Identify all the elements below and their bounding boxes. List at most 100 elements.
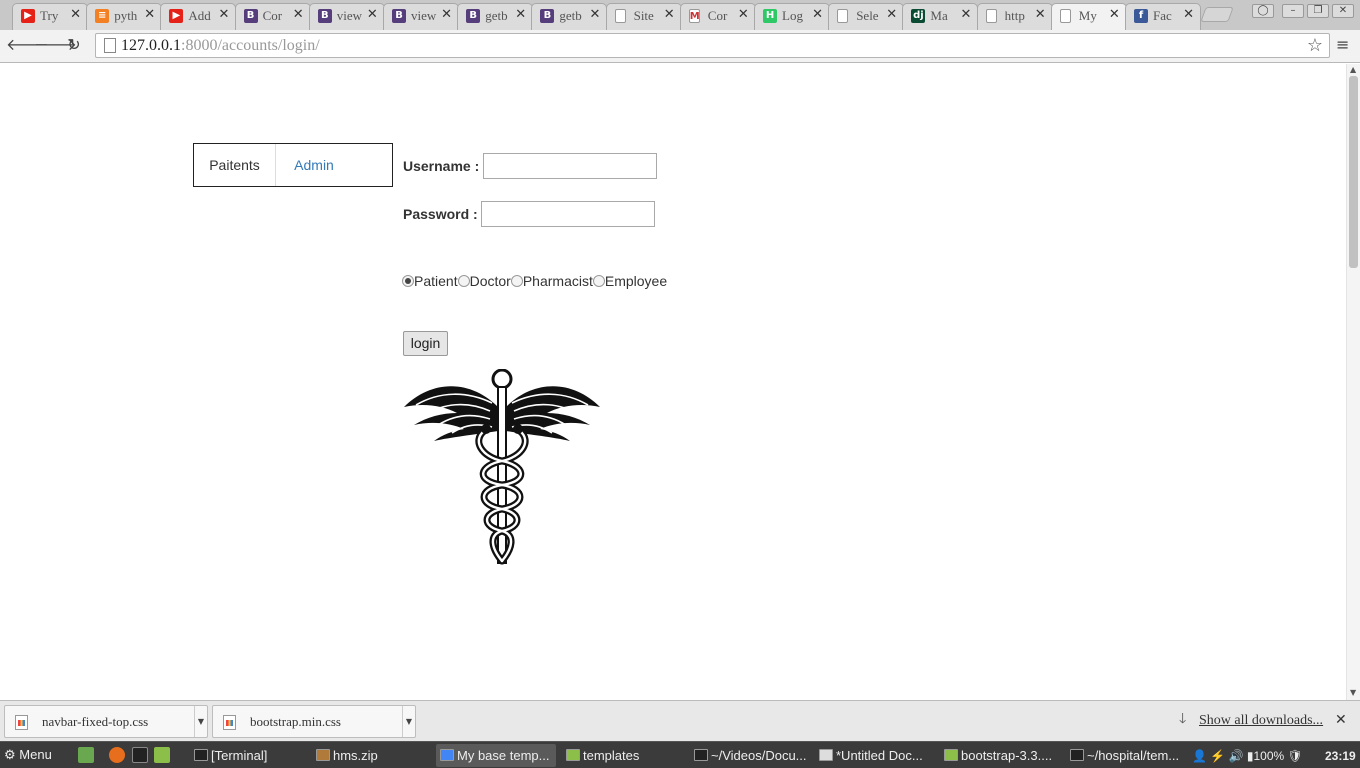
taskbar-task[interactable]: *Untitled Doc... [815, 744, 935, 767]
maximize-button[interactable]: ❐ [1307, 4, 1329, 18]
minimize-button[interactable]: – [1282, 4, 1304, 18]
browser-tab[interactable]: f Fac ✕ [1125, 3, 1201, 30]
caduceus-logo [404, 369, 600, 565]
scroll-down-icon[interactable]: ▼ [1350, 689, 1356, 697]
show-desktop-icon[interactable] [78, 747, 94, 763]
user-profile-icon[interactable]: ◯ [1252, 4, 1274, 18]
bookmark-star-icon[interactable]: ☆ [1307, 35, 1323, 57]
close-tab-icon[interactable]: ✕ [367, 7, 378, 23]
terminal-icon[interactable] [132, 747, 148, 763]
battery-icon[interactable]: ▮ [1247, 749, 1254, 763]
address-bar[interactable]: 127.0.0.1:8000/accounts/login/ ☆ [95, 33, 1330, 58]
browser-tab[interactable]: Bgetb ✕ [457, 3, 534, 30]
show-all-downloads-link[interactable]: Show all downloads... [1199, 713, 1323, 729]
browser-tab[interactable]: Bview ✕ [383, 3, 459, 30]
chevron-down-icon[interactable]: ▼ [194, 706, 207, 737]
browser-tab[interactable]: H Log ✕ [754, 3, 830, 30]
scroll-thumb[interactable] [1349, 76, 1358, 268]
radio-button[interactable] [402, 275, 414, 287]
folder-icon [566, 749, 580, 761]
close-tab-icon[interactable]: ✕ [1183, 7, 1194, 23]
url-text[interactable]: 127.0.0.1:8000/accounts/login/ [121, 37, 320, 55]
close-tab-icon[interactable]: ✕ [1035, 7, 1046, 23]
close-tab-icon[interactable]: ✕ [738, 7, 749, 23]
browser-tab[interactable]: ▶ Add ✕ [160, 3, 237, 30]
taskbar-task[interactable]: [Terminal] [190, 744, 308, 767]
download-item[interactable]: navbar-fixed-top.css ▼ [4, 705, 208, 738]
taskbar-task[interactable]: hms.zip [312, 744, 430, 767]
browser-tab[interactable]: dj Ma ✕ [902, 3, 979, 30]
close-tab-icon[interactable]: ✕ [144, 7, 155, 23]
download-filename: navbar-fixed-top.css [42, 714, 149, 729]
close-tab-icon[interactable]: ✕ [960, 7, 971, 23]
role-option-employee[interactable]: Employee [592, 273, 668, 289]
browser-tab[interactable]: My ✕ [1050, 3, 1127, 31]
browser-tab[interactable]: B Cor ✕ [234, 3, 311, 30]
radio-button[interactable] [457, 275, 470, 287]
close-tab-icon[interactable]: ✕ [1109, 7, 1120, 23]
close-tab-icon[interactable]: ✕ [293, 7, 304, 23]
browser-tab[interactable]: Site ✕ [605, 3, 682, 30]
role-option-doctor[interactable]: Doctor [457, 273, 511, 289]
browser-tab-title: My [1078, 8, 1097, 23]
taskbar-task[interactable]: ~/Videos/Docu... [690, 744, 810, 767]
close-tab-icon[interactable]: ✕ [70, 7, 81, 23]
page-icon [985, 9, 997, 23]
back-arrow-icon[interactable]: 🡐 [6, 34, 49, 56]
role-option-patient[interactable]: Patient [402, 273, 458, 289]
browser-tab[interactable]: ≡ pyth ✕ [86, 3, 163, 30]
close-window-button[interactable]: ✕ [1332, 4, 1354, 18]
login-button[interactable]: login [403, 331, 448, 356]
forward-arrow-icon[interactable]: 🡒 [34, 34, 77, 56]
close-tab-icon[interactable]: ✕ [886, 7, 897, 23]
tab-patients[interactable]: Paitents [194, 144, 276, 186]
browser-tab[interactable]: ▶ Try ✕ [12, 3, 88, 30]
username-input[interactable] [483, 153, 657, 179]
folder-icon[interactable] [154, 747, 170, 763]
close-shelf-icon[interactable]: ✕ [1335, 712, 1347, 728]
browser-tab[interactable]: http ✕ [976, 3, 1053, 30]
tab-admin[interactable]: Admin [276, 144, 352, 186]
chevron-down-icon[interactable]: ▼ [402, 706, 415, 737]
shield-icon[interactable]: 🛡 [1288, 749, 1303, 763]
browser-tab[interactable]: Bgetb ✕ [531, 3, 608, 30]
page-icon [1059, 9, 1071, 23]
new-tab-button[interactable] [1200, 7, 1234, 22]
browser-tab[interactable]: Bview ✕ [308, 3, 385, 30]
django-icon: dj [911, 9, 926, 23]
os-taskbar: ⚙ Menu 👤 ⚡ 🔊 ▮100% 🛡 23:19 [Terminal] hms… [0, 741, 1360, 768]
scroll-up-icon[interactable]: ▲ [1350, 66, 1356, 74]
network-icon[interactable]: ⚡ [1210, 749, 1225, 763]
close-tab-icon[interactable]: ✕ [664, 7, 675, 23]
chrome-icon [440, 749, 454, 761]
firefox-icon[interactable] [109, 747, 125, 763]
user-icon[interactable]: 👤 [1192, 749, 1207, 763]
reload-icon[interactable]: ↻ [63, 34, 85, 56]
close-tab-icon[interactable]: ✕ [218, 7, 229, 23]
role-label: Pharmacist [522, 273, 593, 289]
taskbar-task[interactable]: ~/hospital/tem... [1066, 744, 1188, 767]
role-label: Employee [604, 273, 668, 289]
close-tab-icon[interactable]: ✕ [441, 7, 452, 23]
taskbar-task-label: My base temp... [457, 748, 550, 763]
browser-tab[interactable]: Sele ✕ [828, 3, 905, 30]
page-scrollbar[interactable]: ▲ ▼ [1346, 64, 1360, 700]
taskbar-task[interactable]: My base temp... [436, 744, 556, 767]
close-tab-icon[interactable]: ✕ [589, 7, 600, 23]
role-option-pharmacist[interactable]: Pharmacist [510, 273, 593, 289]
volume-icon[interactable]: 🔊 [1229, 749, 1244, 763]
login-type-tabs: Paitents Admin [193, 143, 393, 187]
close-tab-icon[interactable]: ✕ [812, 7, 823, 23]
taskbar-task[interactable]: templates [562, 744, 684, 767]
radio-button[interactable] [510, 275, 523, 287]
download-item[interactable]: bootstrap.min.css ▼ [212, 705, 416, 738]
taskbar-task[interactable]: bootstrap-3.3.... [940, 744, 1060, 767]
clock[interactable]: 23:19 [1325, 745, 1356, 767]
browser-tab[interactable]: M Cor ✕ [679, 3, 756, 30]
url-host: 127.0.0.1 [121, 37, 181, 54]
password-input[interactable] [481, 201, 655, 227]
start-menu-button[interactable]: ⚙ Menu [4, 746, 52, 764]
close-tab-icon[interactable]: ✕ [515, 7, 526, 23]
radio-button[interactable] [592, 275, 605, 287]
browser-menu-icon[interactable]: ≡ [1336, 34, 1349, 56]
